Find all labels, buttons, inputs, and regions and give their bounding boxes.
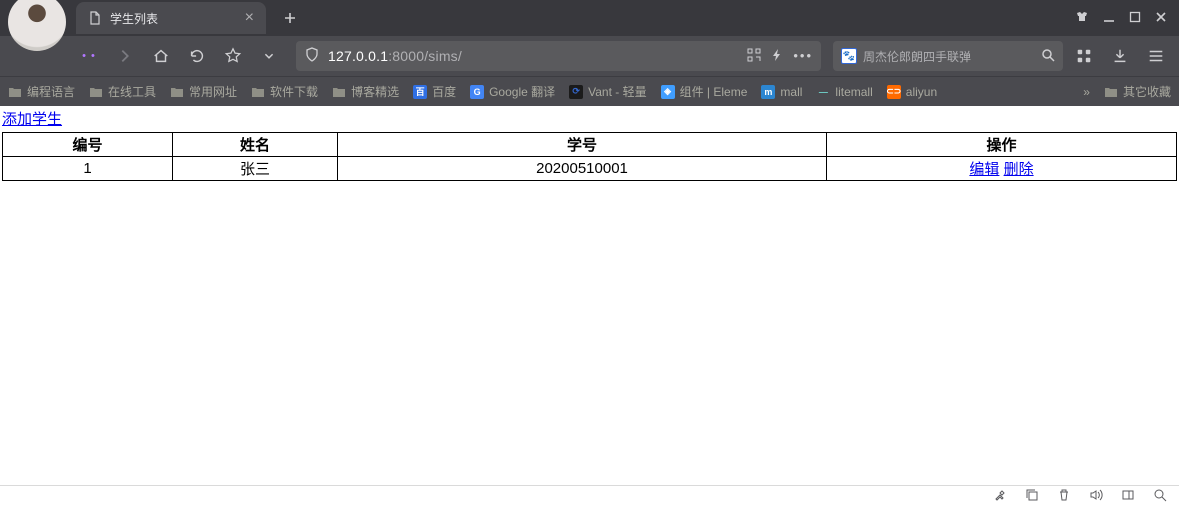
- delete-link[interactable]: 删除: [1004, 161, 1034, 178]
- status-search-icon[interactable]: [1153, 488, 1167, 505]
- bookmark-item[interactable]: GGoogle 翻译: [470, 83, 555, 100]
- bookmark-item[interactable]: 百百度: [413, 83, 456, 100]
- qr-icon[interactable]: [747, 48, 761, 65]
- bookmark-item[interactable]: mmall: [761, 85, 802, 99]
- site-icon: G: [470, 85, 484, 99]
- bookmark-item[interactable]: 编程语言: [8, 83, 75, 100]
- chevron-down-icon[interactable]: [254, 41, 284, 71]
- col-action: 操作: [827, 133, 1177, 157]
- status-trash-icon[interactable]: [1057, 488, 1071, 505]
- minimize-icon[interactable]: [1103, 11, 1115, 26]
- folder-icon: [89, 86, 103, 98]
- bookmark-item[interactable]: —litemall: [816, 85, 872, 99]
- bookmark-item[interactable]: 博客精选: [332, 83, 399, 100]
- browser-tab[interactable]: 学生列表 ×: [76, 2, 266, 34]
- bookmarks-overflow[interactable]: »: [1083, 85, 1090, 99]
- bookmark-item[interactable]: 软件下载: [251, 83, 318, 100]
- status-pin-icon[interactable]: [993, 488, 1007, 505]
- status-volume-icon[interactable]: [1089, 488, 1103, 505]
- search-bar[interactable]: 🐾 周杰伦郎朗四手联弹: [833, 41, 1063, 71]
- search-icon[interactable]: [1041, 48, 1055, 65]
- folder-icon: [251, 86, 265, 98]
- bookmark-item[interactable]: ◈组件 | Eleme: [661, 83, 748, 100]
- url-bar[interactable]: 127.0.0.1:8000/sims/ •••: [296, 41, 821, 71]
- tab-strip: 学生列表 ×: [0, 0, 1179, 36]
- shield-icon[interactable]: [304, 47, 320, 66]
- search-placeholder: 周杰伦郎朗四手联弹: [863, 48, 971, 65]
- flash-icon[interactable]: [771, 48, 783, 65]
- url-text: 127.0.0.1:8000/sims/: [328, 48, 462, 64]
- home-button[interactable]: [146, 41, 176, 71]
- reload-button[interactable]: [182, 41, 212, 71]
- other-bookmarks[interactable]: 其它收藏: [1104, 83, 1171, 100]
- status-bar: [0, 485, 1179, 507]
- site-icon: m: [761, 85, 775, 99]
- col-name: 姓名: [173, 133, 338, 157]
- tab-title: 学生列表: [110, 10, 158, 27]
- more-url-icon[interactable]: •••: [793, 48, 813, 65]
- site-icon: ◈: [661, 85, 675, 99]
- window-controls: [1063, 10, 1179, 27]
- bookmark-star-button[interactable]: [218, 41, 248, 71]
- edit-link[interactable]: 编辑: [969, 161, 999, 178]
- status-copy-icon[interactable]: [1025, 488, 1039, 505]
- nav-toolbar: • • 127.0.0.1:8000/sims/ ••• 🐾 周杰伦郎朗四手联弹: [0, 36, 1179, 76]
- cell-id: 1: [3, 157, 173, 181]
- folder-icon: [332, 86, 346, 98]
- cell-action: 编辑 删除: [827, 157, 1177, 181]
- maximize-icon[interactable]: [1129, 11, 1141, 26]
- url-actions: •••: [747, 48, 813, 65]
- menu-button[interactable]: [1141, 41, 1171, 71]
- bookmark-item[interactable]: ⊂⊃aliyun: [887, 85, 937, 99]
- folder-icon: [8, 86, 22, 98]
- new-tab-button[interactable]: [276, 4, 304, 32]
- site-icon: 百: [413, 85, 427, 99]
- close-window-icon[interactable]: [1155, 11, 1167, 26]
- site-icon: ⟳: [569, 85, 583, 99]
- forward-button[interactable]: [110, 41, 140, 71]
- site-icon: ⊂⊃: [887, 85, 901, 99]
- col-sno: 学号: [338, 133, 827, 157]
- search-provider-icon: 🐾: [841, 48, 857, 64]
- site-icon: —: [816, 85, 830, 99]
- table-header-row: 编号 姓名 学号 操作: [3, 133, 1177, 157]
- page-icon: [88, 11, 102, 25]
- table-row: 1张三20200510001编辑 删除: [3, 157, 1177, 181]
- close-tab-icon[interactable]: ×: [245, 9, 254, 27]
- bookmark-item[interactable]: ⟳Vant - 轻量: [569, 83, 646, 100]
- add-student-link[interactable]: 添加学生: [2, 111, 62, 128]
- cell-sno: 20200510001: [338, 157, 827, 181]
- students-table: 编号 姓名 学号 操作 1张三20200510001编辑 删除: [2, 132, 1177, 181]
- nav-indicator[interactable]: • •: [74, 41, 104, 71]
- downloads-button[interactable]: [1105, 41, 1135, 71]
- col-id: 编号: [3, 133, 173, 157]
- status-panel-icon[interactable]: [1121, 488, 1135, 505]
- page-content: 添加学生 编号 姓名 学号 操作 1张三20200510001编辑 删除: [0, 106, 1179, 485]
- bookmark-item[interactable]: 常用网址: [170, 83, 237, 100]
- browser-chrome: 学生列表 × • • 127.0.0.1:8000/sims/: [0, 0, 1179, 106]
- apps-grid-button[interactable]: [1069, 41, 1099, 71]
- bookmark-item[interactable]: 在线工具: [89, 83, 156, 100]
- tshirt-icon[interactable]: [1075, 10, 1089, 27]
- folder-icon: [1104, 86, 1118, 98]
- cell-name: 张三: [173, 157, 338, 181]
- bookmarks-bar: 编程语言在线工具常用网址软件下载博客精选百百度 GGoogle 翻译 ⟳Vant -…: [0, 76, 1179, 106]
- folder-icon: [170, 86, 184, 98]
